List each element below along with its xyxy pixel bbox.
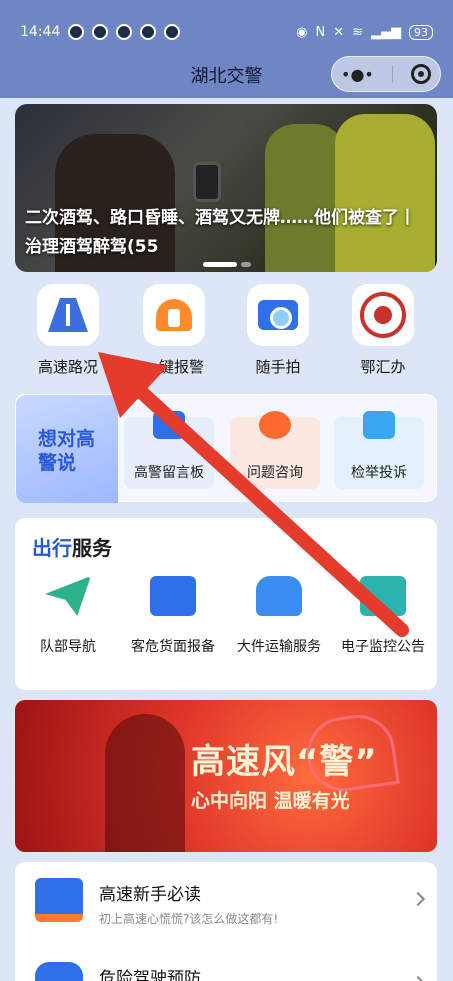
notification-icon <box>116 24 133 40</box>
carousel-dot <box>241 262 251 267</box>
promo-title: 高速风“警” <box>191 742 378 782</box>
battery-icon: 93 <box>409 24 433 40</box>
consult-panel: 想对高警说 高警留言板 问题咨询 检举投诉 <box>15 394 437 503</box>
monitor-notice-icon <box>360 576 406 616</box>
travel-item-navigation[interactable]: 队部导航 <box>18 576 118 656</box>
travel-item-monitor-notice[interactable]: 电子监控公告 <box>333 576 433 656</box>
carousel-indicator <box>203 262 251 267</box>
mini-program-capsule: •●• <box>331 56 441 92</box>
status-left: 14:44 <box>20 24 181 40</box>
quick-link-label: 一键报警 <box>143 358 204 376</box>
title-bar: 湖北交警 •●• <box>0 50 453 98</box>
headset-icon <box>259 411 291 439</box>
carousel-dot-active <box>203 262 237 267</box>
question-consult-button[interactable]: 问题咨询 <box>230 411 320 489</box>
section-title-rest: 服务 <box>72 536 112 560</box>
list-item[interactable]: 危险驾驶预防 <box>15 946 437 981</box>
status-bar: 14:44 ◉ Ν ✕ ≋ ▂▄▆ 93 <box>0 0 453 50</box>
section-title-highlight: 出行 <box>32 536 72 560</box>
ehuiban-logo-icon <box>360 292 406 338</box>
list-item-title: 高速新手必读 <box>99 885 201 905</box>
notification-icon <box>68 24 85 40</box>
quick-link-label: 鄂汇办 <box>360 358 406 376</box>
camera-icon <box>258 300 298 330</box>
alarm-icon <box>156 299 192 331</box>
section-title: 出行服务 <box>32 532 112 561</box>
close-target-icon[interactable] <box>410 64 431 84</box>
travel-item-label: 大件运输服务 <box>237 639 321 655</box>
consult-card-label: 问题咨询 <box>247 465 303 481</box>
quick-link-snapshot[interactable]: 随手拍 <box>228 284 328 377</box>
message-board-icon <box>153 411 185 439</box>
list-item-title: 危险驾驶预防 <box>99 969 201 981</box>
quick-icon-box <box>37 284 99 346</box>
report-complaint-button[interactable]: 检举投诉 <box>334 411 424 489</box>
police-silhouette-image <box>105 714 185 852</box>
highway-road-icon <box>48 298 88 332</box>
car-icon <box>256 576 302 616</box>
quick-link-highway-conditions[interactable]: 高速路况 <box>18 284 118 377</box>
mute-icon: ✕ <box>333 24 345 40</box>
quick-links: 高速路况 一键报警 随手拍 鄂汇办 <box>0 284 453 384</box>
status-time: 14:44 <box>20 24 61 40</box>
quick-icon-box <box>247 284 309 346</box>
chevron-right-icon <box>410 975 426 981</box>
quick-link-ehuiban[interactable]: 鄂汇办 <box>333 284 433 377</box>
more-icon[interactable]: •●• <box>341 65 374 84</box>
quick-icon-box <box>143 284 205 346</box>
breathalyzer-image <box>193 162 221 202</box>
list-item[interactable]: 高速新手必读 初上高速心慌慌?该怎么做这都有! <box>15 862 437 932</box>
capsule-divider <box>391 65 393 83</box>
travel-item-label: 客危货面报备 <box>131 639 215 655</box>
news-banner[interactable]: 二次酒驾、路口昏睡、酒驾又无牌……他们被查了丨治理酒驾醉驾(55 <box>15 104 437 272</box>
notification-icon <box>92 24 109 40</box>
car-warning-icon <box>35 962 83 981</box>
consult-card-label: 高警留言板 <box>134 465 204 481</box>
quick-link-label: 高速路况 <box>37 358 98 376</box>
guide-list: 高速新手必读 初上高速心慌慌?该怎么做这都有! 危险驾驶预防 <box>15 862 437 981</box>
notification-icon <box>140 24 157 40</box>
travel-item-oversize-transport[interactable]: 大件运输服务 <box>229 576 329 656</box>
list-item-subtitle: 初上高速心慌慌?该怎么做这都有! <box>99 912 279 926</box>
consult-title: 想对高警说 <box>38 428 96 474</box>
mail-icon <box>363 411 395 439</box>
travel-item-label: 电子监控公告 <box>341 639 425 655</box>
message-board-button[interactable]: 高警留言板 <box>124 411 214 489</box>
consult-card-label: 检举投诉 <box>351 465 407 481</box>
travel-item-label: 队部导航 <box>40 639 96 655</box>
notification-icon <box>164 24 181 40</box>
nfc-icon: Ν <box>315 24 326 40</box>
navigation-icon <box>45 576 91 616</box>
wifi-icon: ≋ <box>352 24 363 40</box>
chevron-right-icon <box>410 891 426 907</box>
travel-service-section: 出行服务 队部导航 客危货面报备 大件运输服务 电子监控公告 <box>15 518 437 690</box>
travel-item-hazmat-report[interactable]: 客危货面报备 <box>123 576 223 656</box>
signal-icon: ▂▄▆ <box>371 24 401 40</box>
quick-link-one-key-alarm[interactable]: 一键报警 <box>124 284 224 377</box>
truck-icon <box>150 576 196 616</box>
eye-icon: ◉ <box>296 24 308 40</box>
banner-caption: 二次酒驾、路口昏睡、酒驾又无牌……他们被查了丨治理酒驾醉驾(55 <box>25 208 416 257</box>
book-icon <box>35 878 83 922</box>
quick-icon-box <box>352 284 414 346</box>
status-right: ◉ Ν ✕ ≋ ▂▄▆ 93 <box>296 24 433 40</box>
quick-link-label: 随手拍 <box>255 358 301 376</box>
promo-banner[interactable]: 高速风“警” 心中向阳 温暖有光 <box>15 700 437 852</box>
consult-side-banner: 想对高警说 <box>16 395 118 503</box>
promo-subtitle: 心中向阳 温暖有光 <box>191 790 350 812</box>
